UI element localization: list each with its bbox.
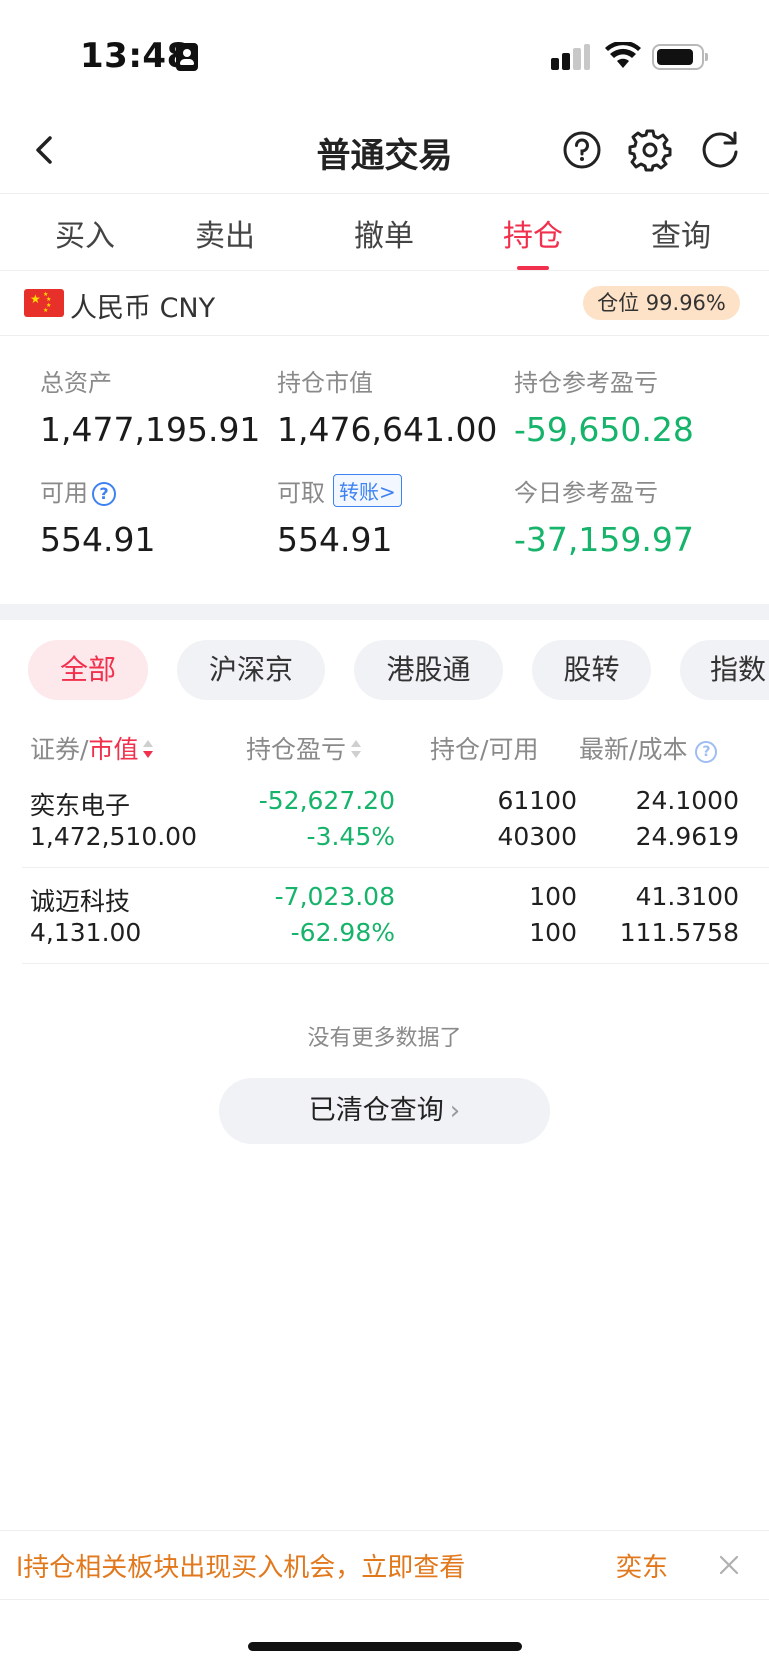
filter-hk-connect[interactable]: 港股通: [354, 640, 503, 700]
banner-stock-name[interactable]: 奕东: [616, 1547, 668, 1584]
banner-text: l持仓相关板块出现买入机会，立即查看: [16, 1553, 466, 1583]
filter-index[interactable]: 指数: [680, 640, 769, 700]
position-pnl-stat: 持仓参考盈亏 -59,650.28: [514, 363, 694, 449]
tab-sell[interactable]: 卖出: [175, 211, 275, 255]
close-icon[interactable]: [715, 1551, 743, 1579]
header-pnl-label: 持仓盈亏: [246, 735, 347, 764]
total-assets-label: 总资产: [40, 369, 112, 397]
header-security: 证券: [30, 735, 81, 764]
position-pnl-value: -59,650.28: [514, 410, 694, 449]
cleared-positions-button[interactable]: 已清仓查询 ›: [219, 1078, 550, 1144]
home-indicator: [248, 1642, 522, 1651]
account-summary: 总资产 1,477,195.91 持仓市值 1,476,641.00 持仓参考盈…: [0, 337, 769, 603]
market-value-label: 持仓市值: [277, 369, 373, 397]
stock-cost-price: 111.5758: [619, 918, 739, 947]
status-bar: 13:48: [0, 0, 769, 110]
stock-pnl: -7,023.08: [274, 882, 395, 911]
today-pnl-label: 今日参考盈亏: [514, 479, 658, 507]
stock-cost-price: 24.9619: [635, 822, 739, 851]
stock-holding-qty: 61100: [497, 786, 577, 815]
header-available: 可用: [488, 735, 539, 764]
tab-query[interactable]: 查询: [631, 211, 731, 255]
no-more-data-text: 没有更多数据了: [307, 1026, 462, 1051]
currency-row: ★ ★ ★ ★ ★ 人民币 CNY 仓位 99.96%: [0, 272, 769, 336]
trade-tabs: 买入 卖出 撤单 持仓 查询: [0, 195, 769, 271]
available-help-icon[interactable]: ?: [92, 482, 116, 506]
wifi-icon: [605, 42, 641, 68]
stock-holding-qty: 100: [529, 882, 577, 911]
withdrawable-stat: 可取 转账> 554.91: [277, 473, 402, 559]
stock-latest-price: 24.1000: [635, 786, 739, 815]
stock-market-value: 1,472,510.00: [30, 822, 197, 851]
tab-buy[interactable]: 买入: [35, 211, 135, 255]
header-pnl[interactable]: 持仓盈亏: [246, 730, 362, 766]
header-holding: 持仓: [430, 735, 481, 764]
stock-latest-price: 41.3100: [635, 882, 739, 911]
cost-help-icon[interactable]: ?: [695, 741, 718, 763]
header-holding-available: 持仓/可用: [430, 730, 538, 766]
stock-market-value: 4,131.00: [30, 918, 142, 947]
refresh-icon[interactable]: [698, 128, 742, 172]
filter-neeq[interactable]: 股转: [532, 640, 651, 700]
filter-all[interactable]: 全部: [28, 640, 148, 700]
withdrawable-label: 可取: [277, 479, 325, 507]
transfer-button[interactable]: 转账>: [333, 474, 402, 507]
holding-row[interactable]: 奕东电子 1,472,510.00 -52,627.20 -3.45% 6110…: [22, 772, 769, 868]
nav-bar: 普通交易: [0, 110, 769, 194]
market-filter-chips: 全部 沪深京 港股通 股转 指数: [0, 640, 769, 700]
china-flag-icon: ★ ★ ★ ★ ★: [24, 289, 64, 317]
market-value-value: 1,476,641.00: [277, 410, 498, 449]
tab-cancel-order[interactable]: 撤单: [334, 211, 434, 255]
gear-icon[interactable]: [628, 128, 672, 172]
available-funds-value: 554.91: [40, 520, 156, 559]
stock-pnl-percent: -62.98%: [290, 918, 395, 947]
total-assets-value: 1,477,195.91: [40, 410, 261, 449]
cellular-signal-icon: [551, 44, 591, 72]
header-market-value: 市值: [88, 735, 139, 764]
active-tab-indicator: [517, 266, 549, 270]
stock-name: 奕东电子: [30, 791, 131, 820]
stock-pnl: -52,627.20: [258, 786, 395, 815]
position-pnl-label: 持仓参考盈亏: [514, 369, 658, 397]
filter-sh-sz-bj[interactable]: 沪深京: [177, 640, 325, 700]
sort-icon: [350, 739, 362, 761]
today-pnl-value: -37,159.97: [514, 520, 694, 559]
cleared-positions-label: 已清仓查询: [308, 1095, 444, 1126]
available-funds-label: 可用: [40, 479, 88, 507]
today-pnl-stat: 今日参考盈亏 -37,159.97: [514, 473, 694, 559]
market-value-stat: 持仓市值 1,476,641.00: [277, 363, 497, 449]
stock-available-qty: 100: [529, 918, 577, 947]
sort-desc-icon: [142, 739, 154, 761]
header-latest: 最新: [579, 735, 630, 764]
available-funds-stat: 可用? 554.91: [40, 473, 155, 559]
stock-name: 诚迈科技: [30, 887, 131, 916]
opportunity-banner[interactable]: l持仓相关板块出现买入机会，立即查看 奕东: [0, 1530, 769, 1600]
withdrawable-value: 554.91: [277, 520, 393, 559]
status-time: 13:48: [80, 36, 191, 76]
section-divider: [0, 604, 769, 620]
stock-pnl-percent: -3.45%: [306, 822, 395, 851]
tab-positions[interactable]: 持仓: [483, 211, 583, 255]
battery-icon: [652, 44, 708, 70]
contact-card-icon: [176, 43, 198, 71]
chevron-right-icon: ›: [449, 1096, 461, 1126]
holding-row[interactable]: 诚迈科技 4,131.00 -7,023.08 -62.98% 100 100 …: [22, 868, 769, 964]
header-cost: 成本: [637, 735, 688, 764]
position-ratio-badge: 仓位 99.96%: [583, 286, 740, 320]
total-assets-stat: 总资产 1,477,195.91: [40, 363, 260, 449]
currency-label: 人民币 CNY: [70, 293, 216, 324]
stock-available-qty: 40300: [497, 822, 577, 851]
header-latest-cost: 最新/成本?: [579, 730, 718, 766]
help-icon[interactable]: [560, 128, 604, 172]
header-security-marketvalue[interactable]: 证券/市值: [30, 730, 154, 766]
